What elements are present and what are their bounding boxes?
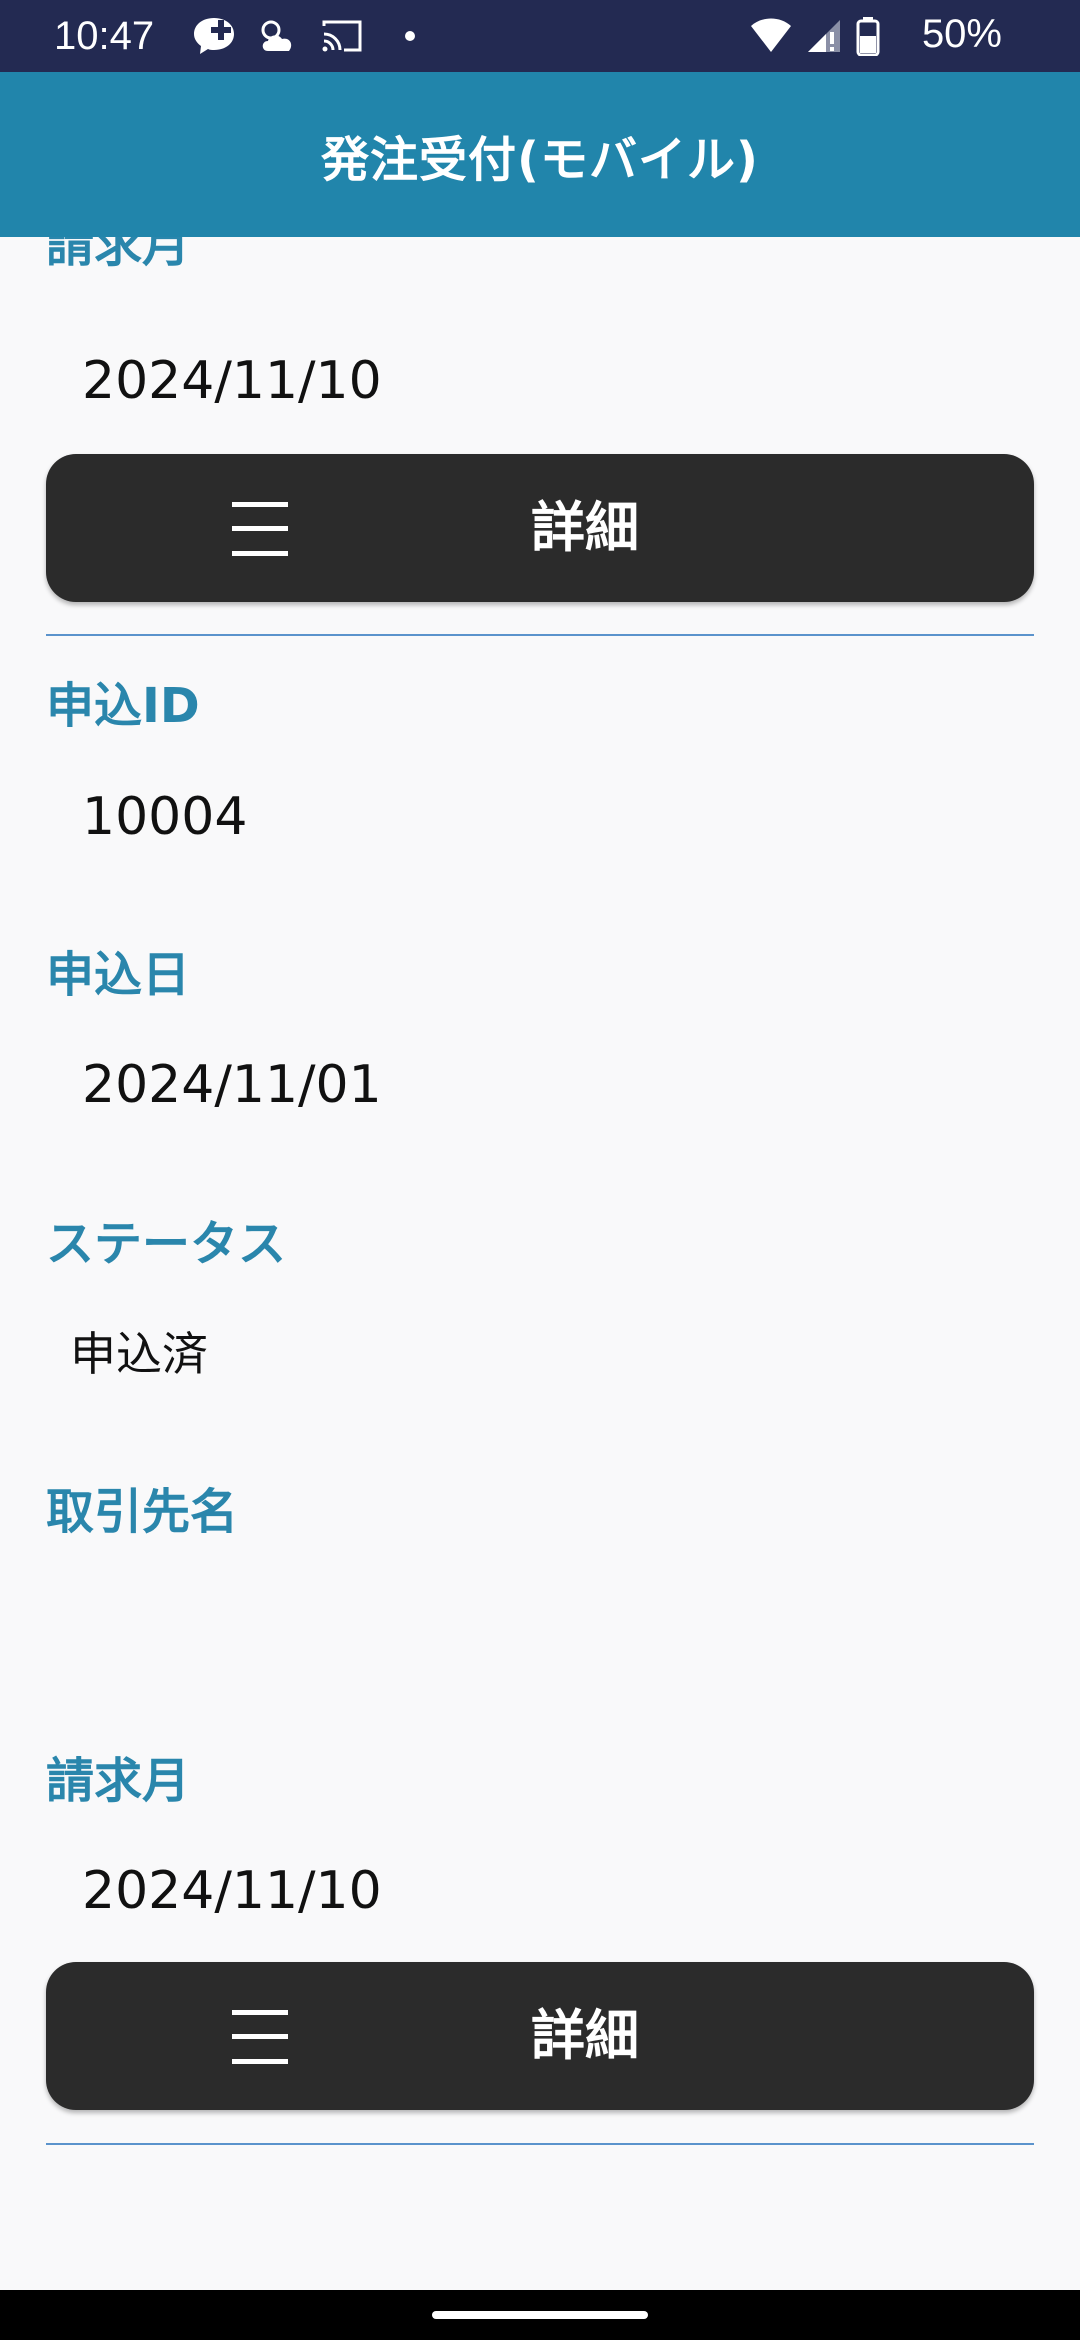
detail-button[interactable]: 詳細 <box>46 1962 1034 2110</box>
billing-month-value: 2024/11/10 <box>82 351 382 411</box>
billing-month-value: 2024/11/10 <box>82 1861 382 1921</box>
signal-icon <box>808 20 840 52</box>
page-title: 発注受付(モバイル) <box>321 131 759 188</box>
status-label: ステータス <box>46 1216 287 1272</box>
battery-icon <box>856 17 880 56</box>
billing-month-label: 請求月 <box>46 1753 191 1809</box>
detail-button-label: 詳細 <box>531 2004 639 2067</box>
application-id-label: 申込ID <box>46 678 200 734</box>
application-id-value: 10004 <box>82 787 248 847</box>
cast-icon <box>322 20 362 52</box>
messenger-plus-icon <box>194 18 234 54</box>
record-divider <box>46 634 1034 636</box>
detail-button-label: 詳細 <box>531 496 639 559</box>
home-gesture-handle[interactable] <box>432 2311 648 2319</box>
application-date-label: 申込日 <box>46 947 191 1003</box>
weather-icon <box>261 20 292 51</box>
wifi-icon <box>751 18 791 52</box>
dot-icon <box>405 31 415 41</box>
record-list[interactable]: 請求月 2024/11/10 詳細 申込ID 10004 申込日 2024/11… <box>0 237 1080 2290</box>
status-system-icons <box>750 14 880 58</box>
application-date-value: 2024/11/01 <box>82 1055 382 1115</box>
detail-button[interactable]: 詳細 <box>46 454 1034 602</box>
billing-month-label: 請求月 <box>46 237 191 273</box>
battery-percentage: 50% <box>921 12 1002 56</box>
status-bar: 10:47 50% <box>0 0 1080 72</box>
status-value: 申込済 <box>70 1327 208 1381</box>
record-divider <box>46 2143 1034 2145</box>
navigation-bar <box>0 2290 1080 2340</box>
status-notification-icons <box>192 14 422 58</box>
app-bar: 発注受付(モバイル) <box>0 72 1080 237</box>
status-time: 10:47 <box>54 14 155 58</box>
client-name-label: 取引先名 <box>46 1484 239 1540</box>
